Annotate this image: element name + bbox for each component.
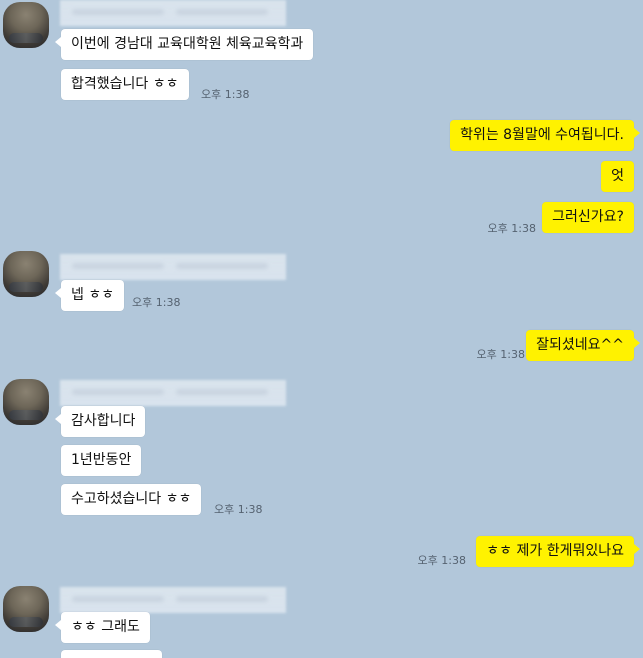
message-timestamp: 오후 1:38 [201,88,250,101]
message-bubble[interactable]: ㅎㅎ 그래도 [55,612,150,643]
sender-avatar[interactable] [3,379,49,425]
message-bubble[interactable]: 넵 ㅎㅎ [54,280,125,311]
sender-avatar[interactable] [3,251,49,297]
message-bubble[interactable]: 학위는 8월말에 수여됩니다. [450,120,640,151]
message-bubble[interactable]: ㅎㅎ 제가 한게뭐있나요 [476,536,640,567]
message-timestamp: 오후 1:38 [132,296,181,309]
message-bubble[interactable]: 그러신가요? [542,202,634,233]
message-bubble[interactable]: 잘되셨네요^^ [526,330,640,361]
message-timestamp: 오후 1:38 [487,222,536,235]
message-bubble[interactable]: 감사합니다 [54,406,146,437]
sender-name-blurred [60,0,286,26]
message-bubble[interactable]: 이번에 경남대 교육대학원 체육교육학과 [54,29,314,60]
message-bubble[interactable]: 1년반동안 [61,445,142,476]
message-timestamp: 오후 1:38 [214,503,263,516]
message-bubble[interactable]: 엇 [601,161,634,192]
sender-avatar[interactable] [3,2,49,48]
message-timestamp: 오후 1:38 [417,554,466,567]
message-timestamp: 오후 1:38 [476,348,525,361]
sender-name-blurred [60,380,286,406]
sender-name-blurred [60,587,286,613]
sender-name-blurred [60,254,286,280]
message-bubble[interactable]: 수고하셨습니다 ㅎㅎ [61,484,202,515]
message-bubble-partial[interactable] [61,650,162,658]
chat-area: 이번에 경남대 교육대학원 체육교육학과 합격했습니다 ㅎㅎ 오후 1:38 학… [0,0,643,658]
message-bubble[interactable]: 합격했습니다 ㅎㅎ [61,69,189,100]
sender-avatar[interactable] [3,586,49,632]
